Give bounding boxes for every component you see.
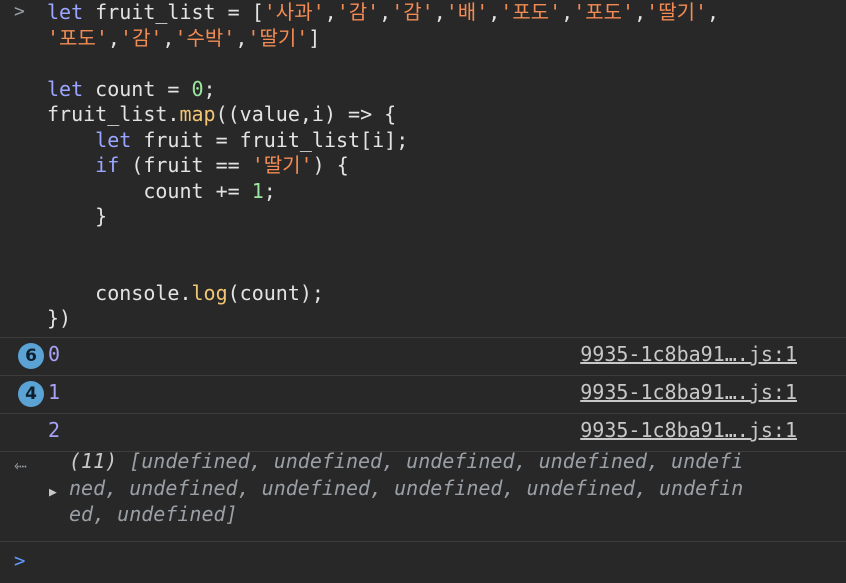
console-input-line[interactable]: > [0, 542, 846, 583]
code-token: , [634, 0, 647, 24]
code-token: '포도' [573, 0, 635, 24]
code-line: let count = 0; [47, 77, 216, 101]
code-token: '딸기' [646, 0, 708, 24]
code-token: ((value,i) => { [215, 102, 397, 126]
code-token: (fruit == [119, 153, 252, 177]
code-token: count += [47, 178, 252, 203]
code-token: , [379, 0, 392, 24]
code-token: 0 [191, 76, 204, 101]
code-line: if (fruit == '딸기') { [47, 153, 349, 177]
code-token: ; [203, 76, 216, 101]
code-token: '포도' [500, 0, 562, 24]
code-line: } [47, 204, 107, 228]
input-entry: > let fruit_list = ['사과','감','감','배','포도… [0, 0, 846, 337]
log-value: 1 [48, 380, 61, 404]
code-token: console. [47, 280, 192, 305]
code-line: let fruit_list = ['사과','감','감','배','포도',… [47, 0, 719, 24]
code-token: let [95, 127, 132, 152]
return-value-icon: ⬸ [14, 455, 27, 474]
code-token: '딸기' [247, 25, 309, 50]
log-row: 4 1 9935-1c8ba91….js:1 [0, 376, 846, 413]
source-link[interactable]: 9935-1c8ba91….js:1 [580, 342, 797, 366]
log-row: 6 0 9935-1c8ba91….js:1 [0, 338, 846, 375]
console-caret-icon: > [14, 550, 26, 572]
code-token: }) [47, 306, 72, 330]
code-token: , [235, 25, 248, 50]
code-token: '수박' [174, 25, 236, 50]
code-token: , [324, 0, 337, 24]
code-token: 1 [251, 178, 264, 203]
code-token: count = [83, 76, 192, 101]
code-token: '감' [391, 0, 434, 24]
array-length: (11) [69, 449, 118, 473]
code-token: '감' [336, 0, 380, 24]
code-line: '포도','감','수박','딸기'] [47, 26, 320, 50]
code-token: , [707, 0, 720, 24]
code-token: '딸기' [251, 153, 313, 177]
input-prompt-icon: > [14, 1, 25, 22]
code-editor[interactable]: let fruit_list = ['사과','감','감','배','포도',… [47, 0, 719, 332]
code-token: fruit_list = [ [83, 0, 264, 24]
code-token: map [179, 102, 216, 126]
code-token: '사과' [263, 0, 325, 24]
result-entry: ⬸ ▶ (11) [undefined, undefined, undefine… [0, 449, 846, 541]
code-token: let [47, 0, 84, 24]
expand-triangle-icon[interactable]: ▶ [49, 485, 57, 500]
array-preview-line: [undefined, undefined, undefined, undefi… [117, 449, 744, 473]
code-line: count += 1; [47, 178, 276, 203]
code-line: console.log(count); [47, 281, 324, 305]
code-token: , [162, 25, 175, 50]
code-token: '감' [119, 25, 163, 50]
code-line: fruit_list.map((value,i) => { [47, 102, 396, 126]
log-row: 2 9935-1c8ba91….js:1 [0, 414, 846, 451]
code-line: let fruit = fruit_list[i]; [47, 128, 408, 152]
code-token: log [191, 280, 228, 305]
source-link[interactable]: 9935-1c8ba91….js:1 [580, 380, 797, 404]
code-token: , [561, 0, 574, 24]
code-token: (count); [227, 280, 324, 305]
code-token: ; [263, 178, 276, 203]
log-value: 2 [48, 418, 61, 442]
repeat-count-badge: 4 [18, 381, 44, 407]
code-token: , [433, 0, 446, 24]
log-value: 0 [48, 342, 61, 366]
source-link[interactable]: 9935-1c8ba91….js:1 [580, 418, 797, 442]
repeat-count-badge: 6 [18, 343, 44, 369]
code-token: , [488, 0, 501, 24]
code-token: let [47, 76, 84, 101]
code-token: ] [308, 25, 321, 50]
code-token: if [95, 153, 120, 177]
code-token: '포도' [47, 25, 108, 50]
code-token: fruit_list. [47, 102, 180, 126]
array-preview-line: ned, undefined, undefined, undefined, un… [69, 475, 744, 500]
code-line: }) [47, 306, 71, 330]
code-token: , [107, 25, 120, 50]
code-token: '배' [445, 0, 489, 24]
code-token: ) { [312, 153, 349, 177]
code-token: } [47, 204, 108, 228]
devtools-console: > let fruit_list = ['사과','감','감','배','포도… [0, 0, 846, 580]
array-preview-line: ed, undefined] [69, 502, 238, 526]
array-preview[interactable]: (11) [undefined, undefined, undefined, u… [69, 448, 743, 528]
code-token: fruit = fruit_list[i]; [131, 127, 409, 152]
